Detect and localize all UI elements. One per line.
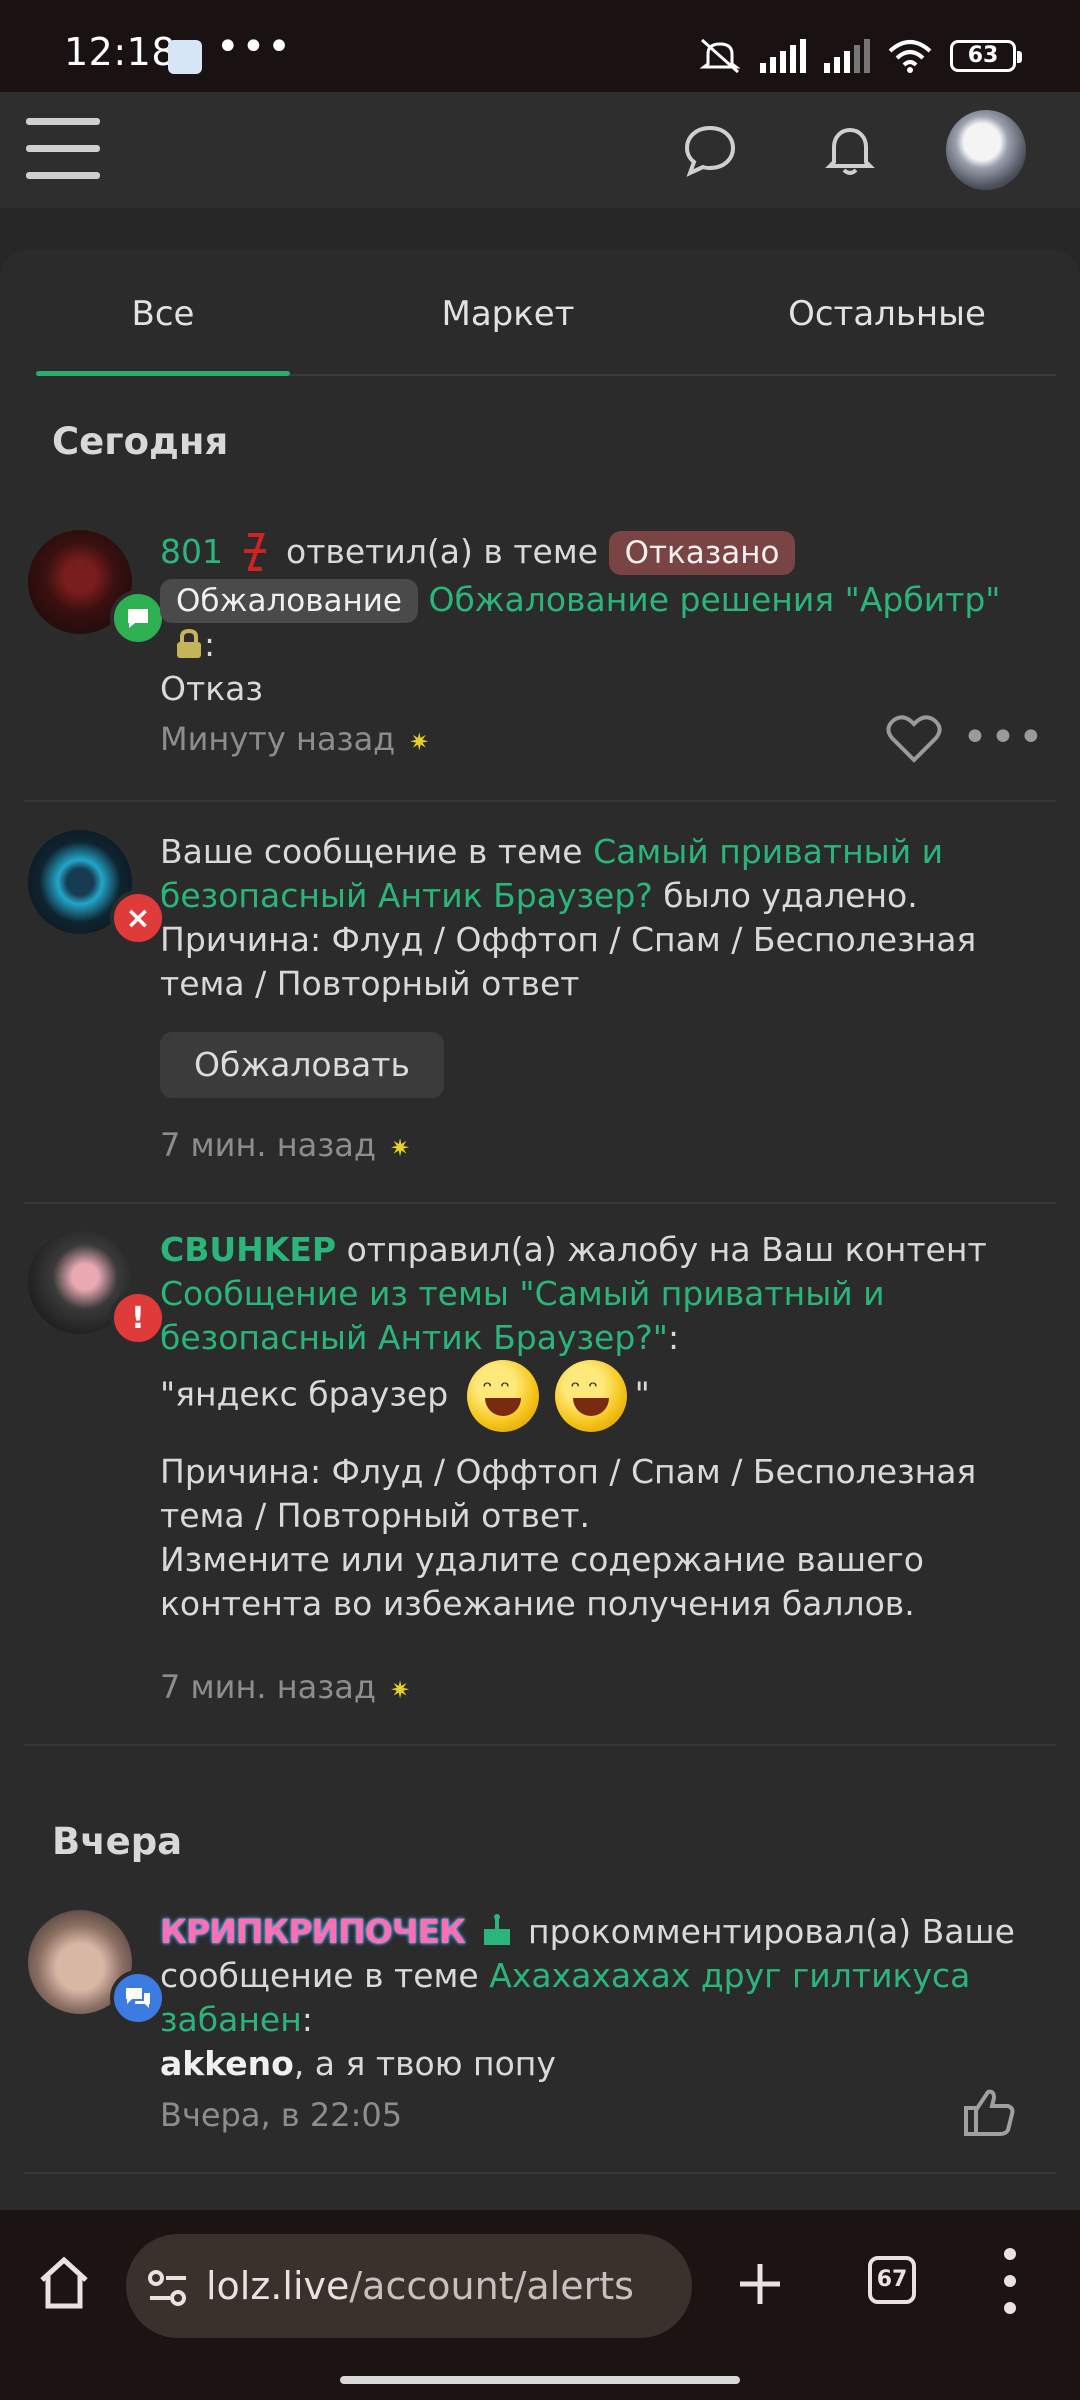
alert-post: было удалено. — [663, 876, 918, 915]
alerts-tabs: Все Маркет Остальные — [36, 250, 1056, 376]
report-badge-icon: ! — [110, 1290, 166, 1346]
divider — [24, 800, 1056, 802]
alert-reason: Причина: Флуд / Оффтоп / Спам / Бесполез… — [160, 1452, 977, 1535]
deleted-badge-icon: × — [110, 890, 166, 946]
browser-menu-icon[interactable] — [1004, 2248, 1016, 2318]
new-indicator-icon: ✷ — [390, 1134, 411, 1162]
browser-toolbar: lolz.live/account/alerts 67 — [0, 2210, 1080, 2400]
alert-user-link[interactable]: КРИПКРИПОЧЕК — [160, 1912, 466, 1951]
alert-verb: отправил(а) жалобу на Ваш контент — [346, 1230, 987, 1269]
tab-switcher-button[interactable]: 67 — [868, 2256, 916, 2304]
alert-text: Ваше сообщение в теме Самый приватный и … — [160, 830, 1020, 1006]
status-bar: 12:18 ••• 63 — [0, 0, 1080, 92]
alert-reason: Причина: Флуд / Оффтоп / Спам / Бесполез… — [160, 920, 977, 1003]
tab-other[interactable]: Остальные — [722, 294, 1052, 334]
user-avatar[interactable] — [946, 110, 1026, 190]
like-thumb-icon[interactable] — [962, 2086, 1016, 2138]
new-indicator-icon: ✷ — [409, 728, 430, 756]
url-text: lolz.live/account/alerts — [206, 2264, 634, 2308]
active-tab-indicator — [36, 371, 290, 376]
new-indicator-icon: ✷ — [390, 1676, 411, 1704]
alert-text: КРИПКРИПОЧЕК прокомментировал(а) Ваше со… — [160, 1910, 1020, 2086]
status-tag: Отказано — [608, 531, 796, 575]
alert-body: Отказ — [160, 669, 263, 708]
app-notification-icon — [168, 40, 202, 74]
site-settings-icon[interactable] — [146, 2268, 190, 2308]
wifi-icon — [888, 40, 932, 73]
quote-close: " — [634, 1374, 650, 1414]
signal-icon — [760, 39, 806, 73]
alert-text: 801 ответил(а) в теме Отказано Обжалован… — [160, 530, 1020, 711]
alert-colon: : — [204, 625, 216, 664]
alert-pre: Ваше сообщение в теме — [160, 832, 583, 871]
divider — [24, 1744, 1056, 1746]
prefix-tag[interactable]: Обжалование — [160, 579, 418, 623]
more-options-icon[interactable]: ••• — [962, 712, 1046, 763]
alert-verb: ответил(а) в теме — [286, 532, 599, 571]
quote-open: "яндекс браузер — [160, 1374, 449, 1414]
alert-time: Минуту назад ✷ — [160, 720, 430, 758]
section-today: Сегодня — [52, 420, 229, 463]
alert-advice: Измените или удалите содержание вашего к… — [160, 1540, 924, 1623]
alert-time: 7 мин. назад ✷ — [160, 1126, 411, 1164]
bell-icon[interactable] — [820, 120, 880, 180]
divider — [24, 1202, 1056, 1204]
chat-bubble-icon[interactable] — [680, 120, 740, 180]
tab-market[interactable]: Маркет — [354, 294, 662, 334]
signal-2-icon — [824, 39, 870, 73]
appeal-button[interactable]: Обжаловать — [160, 1032, 444, 1098]
alert-reason-block: Причина: Флуд / Оффтоп / Спам / Бесполез… — [160, 1450, 1020, 1626]
home-icon[interactable] — [36, 2256, 92, 2310]
thread-link[interactable]: Обжалование решения "Арбитр" — [428, 580, 1000, 619]
divider — [24, 2172, 1056, 2174]
site-header — [0, 92, 1080, 208]
section-yesterday: Вчера — [52, 1820, 183, 1863]
address-bar[interactable]: lolz.live/account/alerts — [126, 2234, 692, 2338]
new-tab-icon[interactable] — [736, 2260, 784, 2308]
smiley-icon — [554, 1360, 627, 1432]
battery-icon: 63 — [950, 40, 1022, 72]
alert-text: CBUHKEP отправил(а) жалобу на Ваш контен… — [160, 1228, 1020, 1432]
birthday-cake-icon — [483, 1914, 510, 1945]
alert-colon: : — [667, 1318, 680, 1357]
status-time: 12:18 — [64, 30, 177, 74]
gesture-bar — [340, 2376, 740, 2384]
thread-link[interactable]: Сообщение из темы "Самый приватный и без… — [160, 1274, 885, 1357]
alert-user-link[interactable]: 801 — [160, 532, 223, 571]
hamburger-icon[interactable] — [26, 118, 100, 180]
comment-user[interactable]: akkeno — [160, 2044, 294, 2083]
alert-colon: : — [301, 2000, 313, 2039]
comment-badge-icon — [110, 590, 166, 646]
lock-icon — [177, 628, 201, 658]
comment-text: , а я твою попу — [293, 2044, 556, 2083]
mute-icon — [699, 38, 741, 74]
alerts-card: Все Маркет Остальные Сегодня 801 ответил… — [0, 250, 1080, 2210]
more-notifications-icon: ••• — [216, 24, 293, 70]
like-heart-icon[interactable] — [886, 714, 942, 764]
alert-time: 7 мин. назад ✷ — [160, 1668, 411, 1706]
alert-user-link[interactable]: CBUHKEP — [160, 1230, 336, 1269]
smiley-icon — [466, 1360, 539, 1432]
comments-badge-icon — [110, 1970, 166, 2026]
rank-icon — [243, 533, 266, 571]
tab-all[interactable]: Все — [36, 294, 290, 334]
alert-time: Вчера, в 22:05 — [160, 2096, 403, 2134]
